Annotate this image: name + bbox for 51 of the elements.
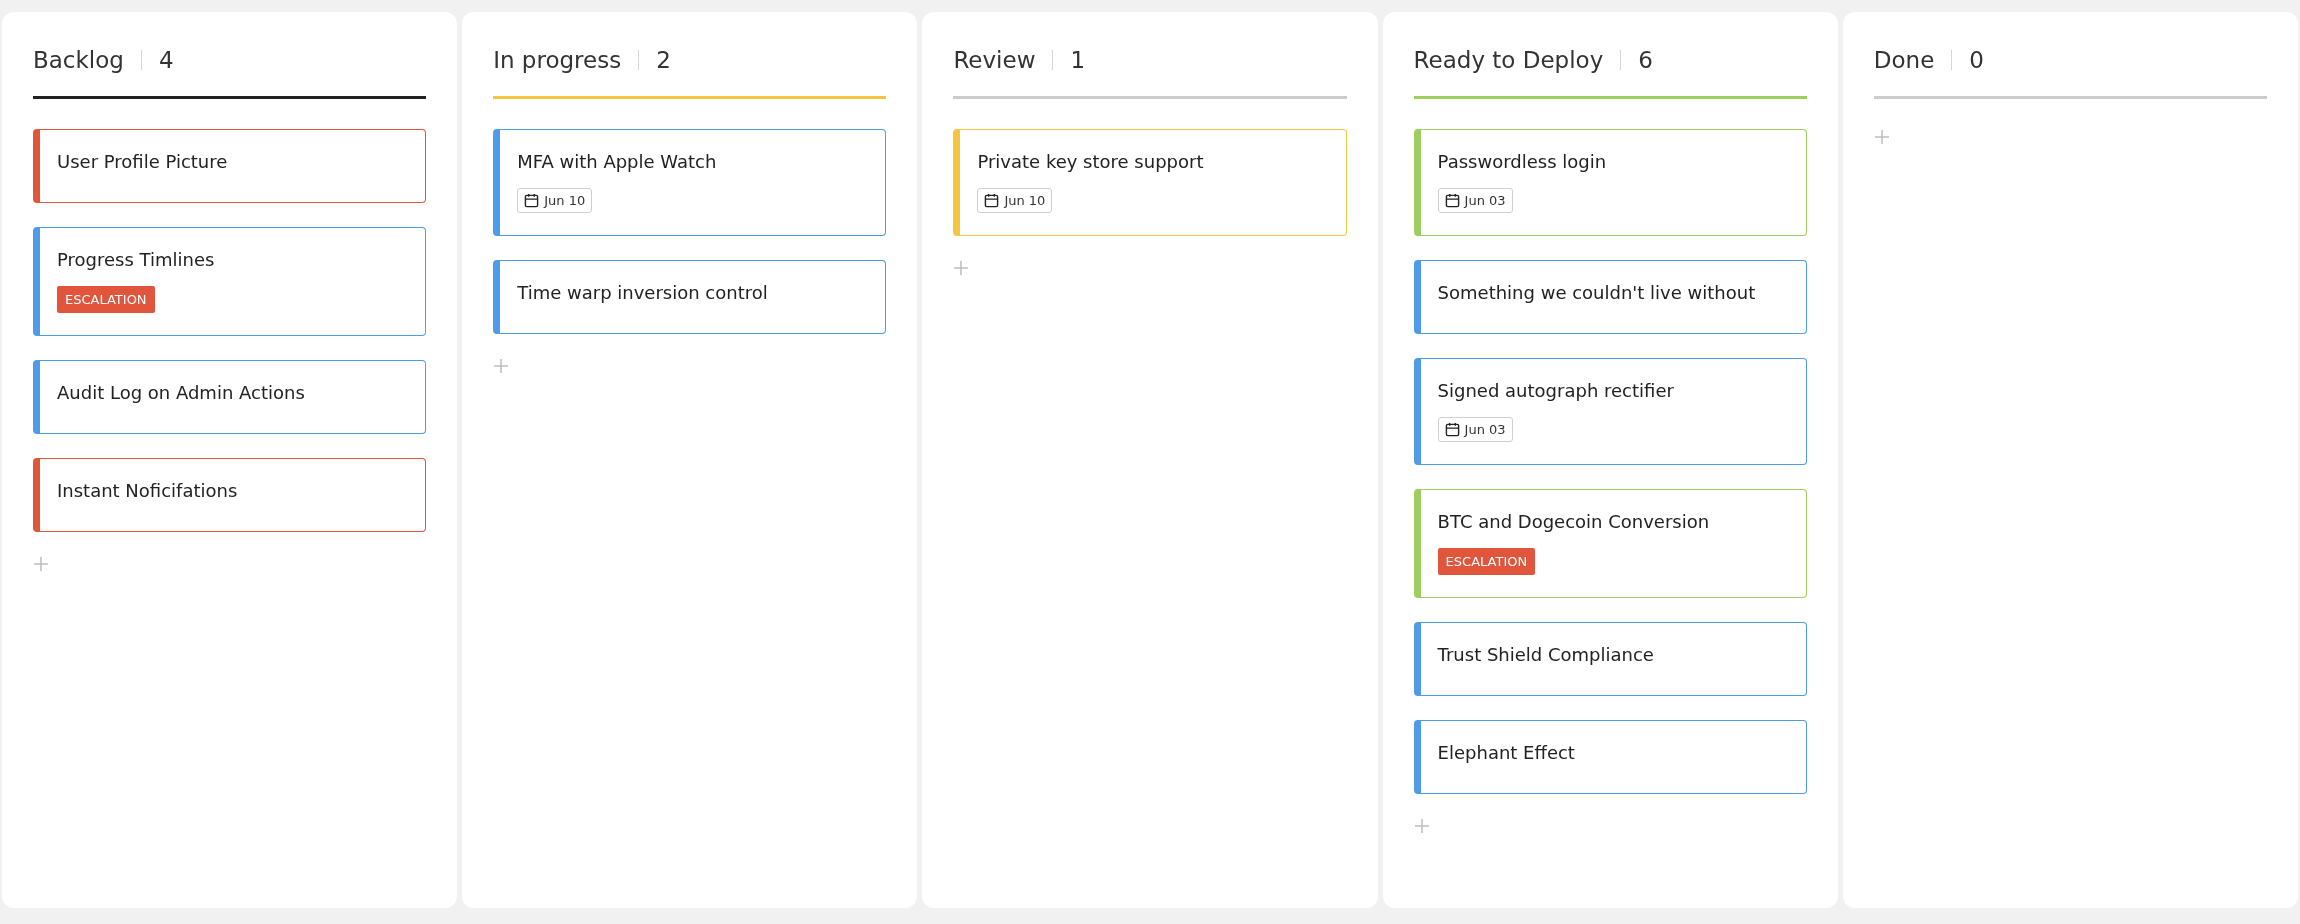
card-title: User Profile Picture xyxy=(57,150,229,174)
due-date-chip: Jun 03 xyxy=(1437,417,1513,442)
task-card[interactable]: Instant Noficifations xyxy=(33,458,427,532)
card-title: Passwordless login xyxy=(1437,150,1608,174)
card-title: Private key store support xyxy=(977,150,1205,174)
column-title: Backlog xyxy=(33,47,124,73)
column-title: In progress xyxy=(493,47,622,73)
escalation-tag: ESCALATION xyxy=(1437,548,1536,575)
card-title: Audit Log on Admin Actions xyxy=(57,381,306,405)
escalation-tag: ESCALATION xyxy=(57,286,155,313)
column-title: Done xyxy=(1873,47,1935,73)
task-card[interactable]: Signed autograph rectifier Jun 03 xyxy=(1413,358,1807,465)
card-title: Progress Timlines xyxy=(57,248,216,272)
card-title: Instant Noficifations xyxy=(57,479,239,503)
add-card-icon[interactable] xyxy=(33,556,49,572)
column-count: 2 xyxy=(656,47,671,73)
task-card[interactable]: MFA with Apple Watch Jun 10 xyxy=(493,129,887,236)
task-card[interactable]: Trust Shield Compliance xyxy=(1413,622,1807,696)
add-card-icon[interactable] xyxy=(953,260,970,276)
card-title: Elephant Effect xyxy=(1437,741,1576,765)
due-date-chip: Jun 10 xyxy=(517,188,593,213)
due-date-chip: Jun 03 xyxy=(1437,188,1513,213)
column-title: Review xyxy=(953,47,1036,73)
calendar-icon xyxy=(984,193,1000,208)
card-title: BTC and Dogecoin Conversion xyxy=(1437,510,1711,534)
card-title: MFA with Apple Watch xyxy=(517,150,718,174)
card-title: Something we couldn't live without xyxy=(1437,281,1757,305)
add-card-icon[interactable] xyxy=(1873,129,1890,145)
task-card[interactable]: Progress Timlines ESCALATION xyxy=(33,227,427,336)
calendar-icon xyxy=(524,193,540,208)
task-card[interactable]: Private key store support Jun 10 xyxy=(953,129,1347,236)
task-card[interactable]: Something we couldn't live without xyxy=(1413,260,1807,334)
column-count: 1 xyxy=(1070,47,1086,73)
card-title: Trust Shield Compliance xyxy=(1437,643,1655,667)
column-count: 0 xyxy=(1969,47,1984,73)
task-card[interactable]: User Profile Picture xyxy=(33,129,427,203)
add-card-icon[interactable] xyxy=(493,358,510,374)
task-card[interactable]: Audit Log on Admin Actions xyxy=(33,360,427,434)
column-title: Ready to Deploy xyxy=(1413,47,1604,73)
column-count: 6 xyxy=(1638,47,1653,73)
due-date-chip: Jun 10 xyxy=(977,188,1053,213)
calendar-icon xyxy=(1444,422,1460,437)
column-count: 4 xyxy=(158,47,174,73)
card-title: Time warp inversion control xyxy=(517,281,769,305)
card-title: Signed autograph rectifier xyxy=(1437,379,1675,403)
add-card-icon[interactable] xyxy=(1413,818,1430,834)
task-card[interactable]: BTC and Dogecoin Conversion ESCALATION xyxy=(1413,489,1807,598)
calendar-icon xyxy=(1444,193,1460,208)
task-card[interactable]: Time warp inversion control xyxy=(493,260,887,334)
task-card[interactable]: Passwordless login Jun 03 xyxy=(1413,129,1807,236)
task-card[interactable]: Elephant Effect xyxy=(1413,720,1807,794)
